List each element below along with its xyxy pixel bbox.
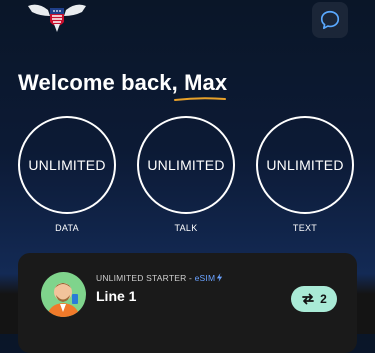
usage-value: UNLIMITED — [147, 157, 225, 173]
bolt-icon — [217, 273, 223, 282]
chat-bubble-icon — [320, 10, 340, 30]
line-name: Line 1 — [96, 288, 137, 304]
line-card[interactable]: UNLIMITED STARTER - eSIM Line 1 2 — [18, 253, 357, 353]
eagle-shield-logo[interactable] — [26, 0, 88, 34]
sim-type: eSIM — [194, 273, 216, 283]
plan-separator: - — [186, 273, 195, 283]
switch-line-button[interactable]: 2 — [291, 286, 337, 312]
plan-info: UNLIMITED STARTER - eSIM — [96, 273, 223, 283]
name-underline — [174, 97, 226, 101]
plan-name: UNLIMITED STARTER — [96, 273, 187, 283]
welcome-greeting: Welcome back, — [18, 70, 185, 95]
usage-gauges: UNLIMITED DATA UNLIMITED TALK UNLIMITED … — [18, 116, 358, 236]
usage-ring: UNLIMITED — [256, 116, 354, 214]
usage-ring: UNLIMITED — [18, 116, 116, 214]
usage-label: TALK — [174, 223, 198, 233]
avatar — [41, 272, 86, 317]
usage-gauge-data[interactable]: UNLIMITED DATA — [18, 116, 116, 233]
lines-count: 2 — [320, 292, 327, 306]
usage-label: TEXT — [292, 223, 318, 233]
swap-arrows-icon — [302, 293, 315, 305]
usage-ring: UNLIMITED — [137, 116, 235, 214]
usage-label: DATA — [55, 223, 79, 233]
usage-value: UNLIMITED — [266, 157, 344, 173]
chat-button[interactable] — [312, 2, 348, 38]
usage-gauge-text[interactable]: UNLIMITED TEXT — [256, 116, 354, 233]
usage-value: UNLIMITED — [28, 157, 106, 173]
welcome-heading: Welcome back, Max — [18, 70, 227, 96]
user-name: Max — [184, 70, 228, 95]
usage-gauge-talk[interactable]: UNLIMITED TALK — [137, 116, 235, 233]
